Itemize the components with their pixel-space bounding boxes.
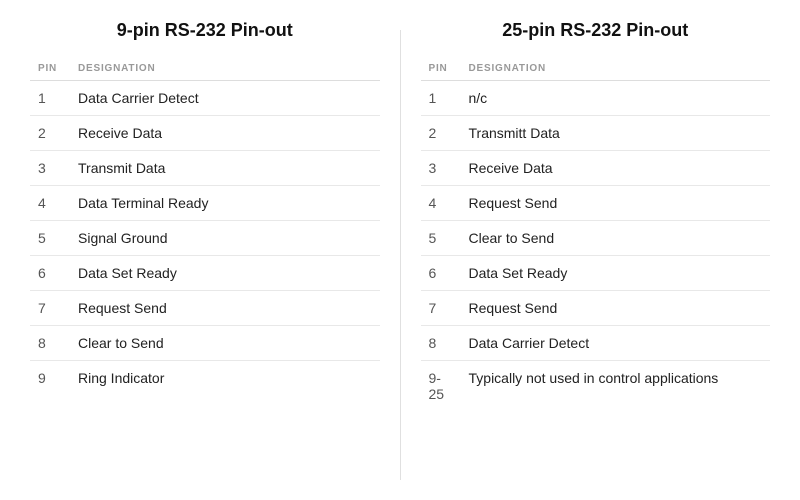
- left-title: 9-pin RS-232 Pin-out: [30, 20, 380, 41]
- designation-cell: Data Set Ready: [461, 256, 771, 291]
- pin-cell: 6: [30, 256, 70, 291]
- pin-cell: 2: [421, 116, 461, 151]
- pin-cell: 2: [30, 116, 70, 151]
- pin-cell: 6: [421, 256, 461, 291]
- designation-cell: Typically not used in control applicatio…: [461, 361, 771, 412]
- pin-cell: 3: [421, 151, 461, 186]
- table-row: 6 Data Set Ready: [30, 256, 380, 291]
- left-table: PIN DESIGNATION 1 Data Carrier Detect 2 …: [30, 59, 380, 395]
- pin-cell: 9: [30, 361, 70, 396]
- table-row: 2 Transmitt Data: [421, 116, 771, 151]
- pin-cell: 1: [421, 81, 461, 116]
- designation-cell: Ring Indicator: [70, 361, 380, 396]
- table-row: 8 Data Carrier Detect: [421, 326, 771, 361]
- left-section: 9-pin RS-232 Pin-out PIN DESIGNATION 1 D…: [10, 20, 400, 490]
- table-row: 7 Request Send: [421, 291, 771, 326]
- pin-cell: 9-25: [421, 361, 461, 412]
- pin-cell: 7: [30, 291, 70, 326]
- left-col-designation: DESIGNATION: [70, 59, 380, 81]
- designation-cell: Receive Data: [461, 151, 771, 186]
- designation-cell: Data Set Ready: [70, 256, 380, 291]
- table-row: 3 Receive Data: [421, 151, 771, 186]
- table-row: 6 Data Set Ready: [421, 256, 771, 291]
- designation-cell: Request Send: [70, 291, 380, 326]
- pin-cell: 4: [30, 186, 70, 221]
- table-row: 5 Signal Ground: [30, 221, 380, 256]
- table-row: 4 Data Terminal Ready: [30, 186, 380, 221]
- table-row: 8 Clear to Send: [30, 326, 380, 361]
- pin-cell: 4: [421, 186, 461, 221]
- designation-cell: Transmitt Data: [461, 116, 771, 151]
- table-row: 1 n/c: [421, 81, 771, 116]
- designation-cell: n/c: [461, 81, 771, 116]
- pin-cell: 5: [421, 221, 461, 256]
- designation-cell: Transmit Data: [70, 151, 380, 186]
- table-row: 7 Request Send: [30, 291, 380, 326]
- page: 9-pin RS-232 Pin-out PIN DESIGNATION 1 D…: [0, 0, 800, 500]
- right-title: 25-pin RS-232 Pin-out: [421, 20, 771, 41]
- table-row: 1 Data Carrier Detect: [30, 81, 380, 116]
- designation-cell: Signal Ground: [70, 221, 380, 256]
- table-row: 5 Clear to Send: [421, 221, 771, 256]
- table-row: 2 Receive Data: [30, 116, 380, 151]
- pin-cell: 3: [30, 151, 70, 186]
- table-row: 3 Transmit Data: [30, 151, 380, 186]
- right-section: 25-pin RS-232 Pin-out PIN DESIGNATION 1 …: [401, 20, 791, 490]
- pin-cell: 8: [30, 326, 70, 361]
- designation-cell: Data Terminal Ready: [70, 186, 380, 221]
- pin-cell: 5: [30, 221, 70, 256]
- pin-cell: 8: [421, 326, 461, 361]
- designation-cell: Request Send: [461, 291, 771, 326]
- designation-cell: Data Carrier Detect: [70, 81, 380, 116]
- table-row: 9 Ring Indicator: [30, 361, 380, 396]
- designation-cell: Clear to Send: [461, 221, 771, 256]
- table-row: 4 Request Send: [421, 186, 771, 221]
- table-row: 9-25 Typically not used in control appli…: [421, 361, 771, 412]
- designation-cell: Request Send: [461, 186, 771, 221]
- pin-cell: 7: [421, 291, 461, 326]
- left-col-pin: PIN: [30, 59, 70, 81]
- designation-cell: Data Carrier Detect: [461, 326, 771, 361]
- right-col-designation: DESIGNATION: [461, 59, 771, 81]
- right-table: PIN DESIGNATION 1 n/c 2 Transmitt Data 3…: [421, 59, 771, 411]
- right-col-pin: PIN: [421, 59, 461, 81]
- designation-cell: Clear to Send: [70, 326, 380, 361]
- pin-cell: 1: [30, 81, 70, 116]
- designation-cell: Receive Data: [70, 116, 380, 151]
